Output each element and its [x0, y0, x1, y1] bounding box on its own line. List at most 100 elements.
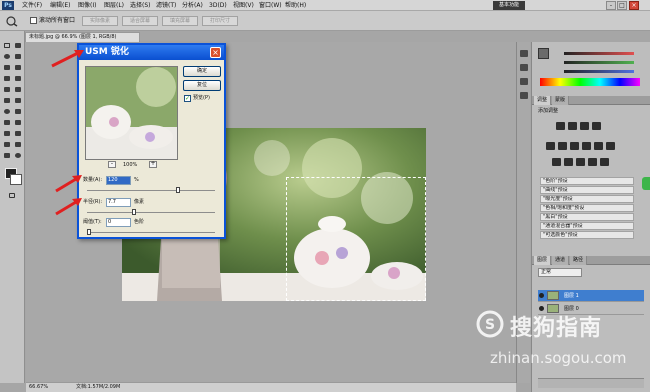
- zoom-tool-icon[interactable]: [13, 151, 23, 160]
- 3d-orbit-tool-icon[interactable]: [13, 140, 23, 149]
- zoom-readout[interactable]: 66.67%: [29, 383, 48, 392]
- radius-slider[interactable]: [87, 209, 215, 215]
- history-panel-icon[interactable]: [520, 50, 528, 57]
- quick-mask-icon[interactable]: [7, 191, 17, 200]
- color-ramp[interactable]: [540, 78, 640, 86]
- zoom-out-button[interactable]: -: [108, 161, 116, 168]
- path-selection-tool-icon[interactable]: [2, 129, 12, 138]
- blend-mode-select[interactable]: 正常: [538, 268, 582, 277]
- eraser-tool-icon[interactable]: [2, 96, 12, 105]
- tab-channels[interactable]: 通道: [552, 256, 570, 265]
- magic-wand-tool-icon[interactable]: [13, 52, 23, 61]
- blur-tool-icon[interactable]: [2, 107, 12, 116]
- tab-paths[interactable]: 路径: [570, 256, 588, 265]
- radius-input[interactable]: 7.7: [106, 198, 131, 207]
- threshold-slider[interactable]: [87, 229, 215, 235]
- move-tool-icon[interactable]: [13, 41, 23, 50]
- amount-slider[interactable]: [87, 187, 215, 193]
- dodge-tool-icon[interactable]: [13, 107, 23, 116]
- scroll-all-windows-checkbox[interactable]: [30, 17, 37, 24]
- history-brush-tool-icon[interactable]: [13, 85, 23, 94]
- healing-brush-tool-icon[interactable]: [2, 74, 12, 83]
- menu-view[interactable]: 视图(V): [233, 1, 254, 10]
- marquee-tool-icon[interactable]: [2, 41, 12, 50]
- gradient-tool-icon[interactable]: [13, 96, 23, 105]
- preset-levels[interactable]: "色阶"预设: [540, 177, 634, 185]
- levels-icon[interactable]: [568, 122, 577, 130]
- black-white-icon[interactable]: [582, 142, 591, 150]
- color-balance-icon[interactable]: [570, 142, 579, 150]
- channel-mixer-icon[interactable]: [606, 142, 615, 150]
- color-foreground-swatch[interactable]: [538, 48, 549, 59]
- fit-screen-button[interactable]: 适合屏幕: [122, 16, 158, 26]
- preset-selective-color[interactable]: "可选颜色"预设: [540, 231, 634, 239]
- ok-button[interactable]: 确定: [183, 66, 221, 77]
- preset-hue-saturation[interactable]: "色相/饱和度"预设: [540, 204, 634, 212]
- preset-channel-mixer[interactable]: "通道混合器"预设: [540, 222, 634, 230]
- character-panel-icon[interactable]: [520, 78, 528, 85]
- close-button[interactable]: ×: [629, 1, 639, 10]
- minimize-button[interactable]: -: [606, 1, 616, 10]
- type-tool-icon[interactable]: [13, 118, 23, 127]
- curves-icon[interactable]: [580, 122, 589, 130]
- background-color-swatch[interactable]: [10, 174, 22, 185]
- threshold-slider-thumb[interactable]: [87, 229, 91, 235]
- threshold-input[interactable]: 0: [106, 218, 131, 227]
- menu-select[interactable]: 选择(S): [130, 1, 151, 10]
- preset-exposure[interactable]: "曝光度"预设: [540, 195, 634, 203]
- selective-color-icon[interactable]: [600, 158, 609, 166]
- filter-preview-window[interactable]: [85, 66, 178, 160]
- crop-tool-icon[interactable]: [2, 63, 12, 72]
- threshold-icon[interactable]: [576, 158, 585, 166]
- layer-row[interactable]: 图层 1: [538, 290, 644, 302]
- 3d-rotate-tool-icon[interactable]: [2, 140, 12, 149]
- reset-button[interactable]: 复位: [183, 80, 221, 91]
- brightness-icon[interactable]: [556, 122, 565, 130]
- menu-window[interactable]: 窗口(W): [259, 1, 282, 10]
- menu-edit[interactable]: 编辑(E): [50, 1, 70, 10]
- brush-tool-icon[interactable]: [13, 74, 23, 83]
- menu-3d[interactable]: 3D(D): [209, 1, 227, 10]
- hue-saturation-icon[interactable]: [558, 142, 567, 150]
- hand-tool-icon[interactable]: [5, 15, 19, 27]
- paragraph-panel-icon[interactable]: [520, 92, 528, 99]
- tab-masks[interactable]: 蒙版: [552, 96, 570, 105]
- exposure-icon[interactable]: [592, 122, 601, 130]
- hand-tool-icon[interactable]: [2, 151, 12, 160]
- shape-tool-icon[interactable]: [13, 129, 23, 138]
- menu-layer[interactable]: 图层(L): [104, 1, 124, 10]
- green-slider[interactable]: [564, 61, 634, 64]
- maximize-button[interactable]: □: [617, 1, 627, 10]
- tab-adjustments[interactable]: 调整: [534, 96, 552, 105]
- red-slider[interactable]: [564, 52, 634, 55]
- dialog-titlebar[interactable]: USM 锐化 ×: [79, 45, 224, 60]
- menu-filter[interactable]: 滤镜(T): [156, 1, 176, 10]
- zoom-in-button[interactable]: +: [149, 161, 157, 168]
- lasso-tool-icon[interactable]: [2, 52, 12, 61]
- radius-slider-thumb[interactable]: [132, 209, 136, 215]
- menu-image[interactable]: 图像(I): [78, 1, 96, 10]
- vibrance-icon[interactable]: [546, 142, 555, 150]
- preview-checkbox[interactable]: ✓: [184, 95, 191, 102]
- photo-filter-icon[interactable]: [594, 142, 603, 150]
- dialog-close-icon[interactable]: ×: [210, 47, 221, 58]
- tab-layers[interactable]: 图层: [534, 256, 552, 265]
- menu-analysis[interactable]: 分析(A): [182, 1, 203, 10]
- menu-help[interactable]: 帮助(H): [285, 1, 306, 10]
- preset-black-white[interactable]: "黑白"预设: [540, 213, 634, 221]
- document-tab[interactable]: 未标题.jpg @ 66.9% (图层 1, RGB/8): [25, 32, 140, 42]
- amount-slider-thumb[interactable]: [176, 187, 180, 193]
- print-size-button[interactable]: 打印尺寸: [202, 16, 238, 26]
- posterize-icon[interactable]: [564, 158, 573, 166]
- preset-curves[interactable]: "曲线"预设: [540, 186, 634, 194]
- menu-file[interactable]: 文件(F): [22, 1, 42, 10]
- eyedropper-tool-icon[interactable]: [13, 63, 23, 72]
- clone-stamp-tool-icon[interactable]: [2, 85, 12, 94]
- actual-pixels-button[interactable]: 实际像素: [82, 16, 118, 26]
- pen-tool-icon[interactable]: [2, 118, 12, 127]
- side-drawer-handle[interactable]: [642, 177, 650, 190]
- amount-input[interactable]: 120: [106, 176, 131, 185]
- eye-icon[interactable]: [539, 293, 544, 298]
- invert-icon[interactable]: [552, 158, 561, 166]
- fill-screen-button[interactable]: 填充屏幕: [162, 16, 198, 26]
